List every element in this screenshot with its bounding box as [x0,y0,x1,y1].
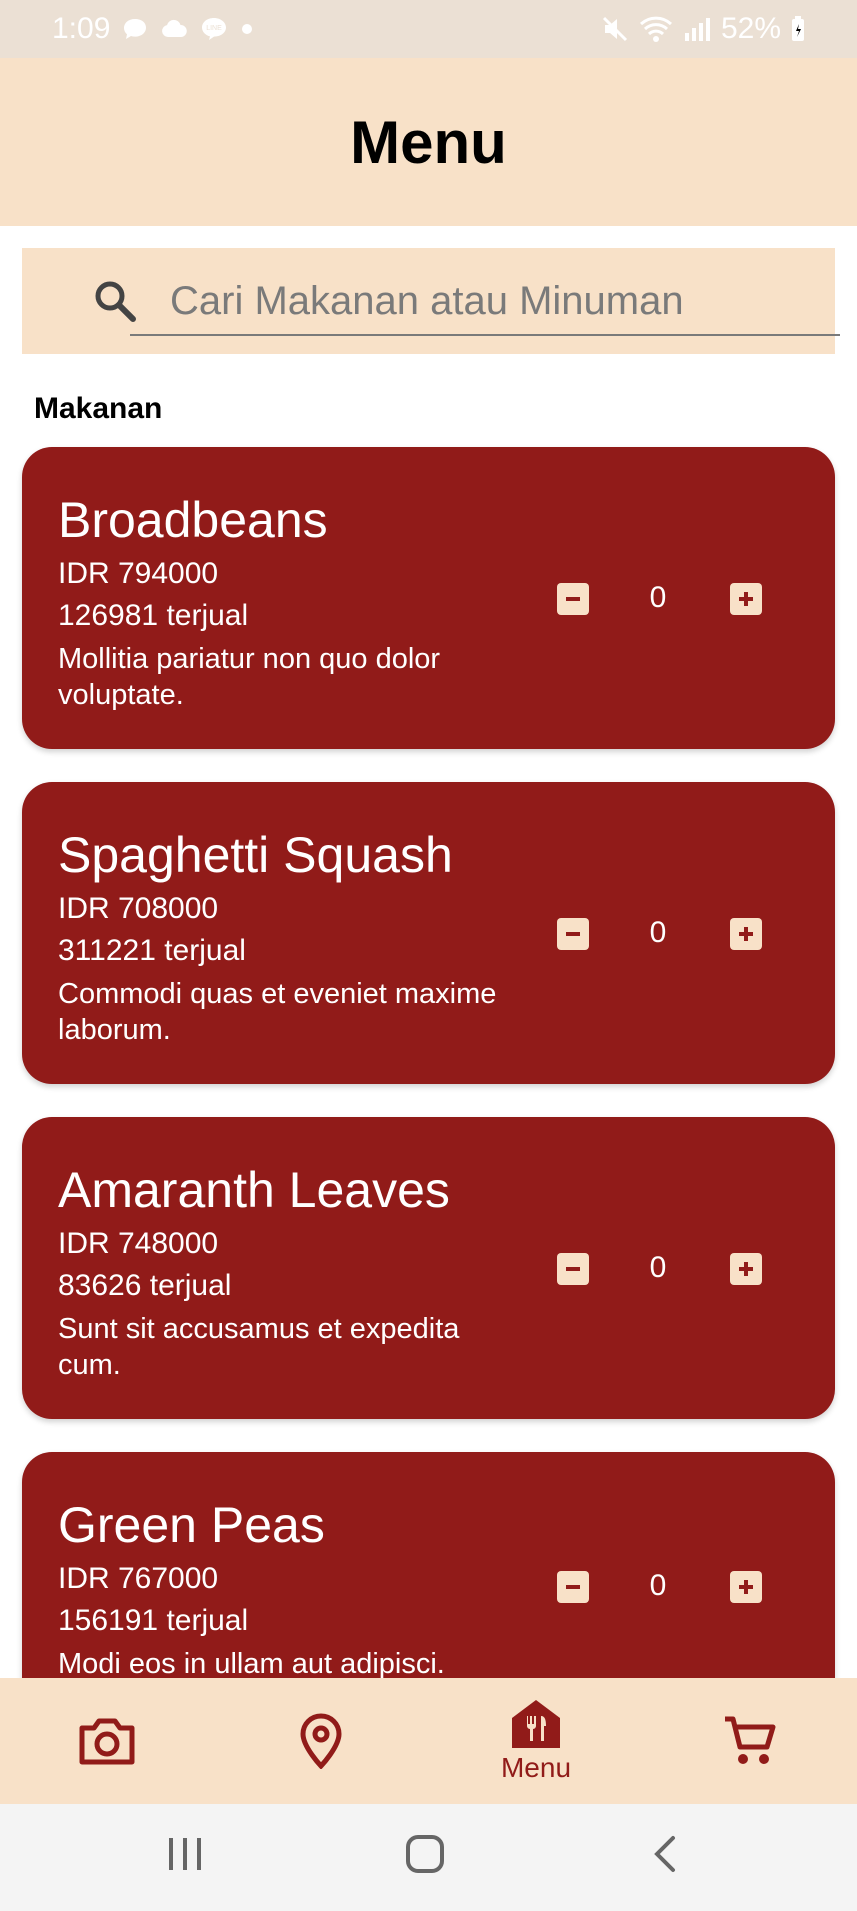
decrease-quantity-button[interactable] [557,583,589,615]
decrease-quantity-button[interactable] [557,918,589,950]
restaurant-menu-icon [512,1700,560,1748]
item-sold-count: 311221 terjual [58,934,246,967]
item-name: Spaghetti Squash [58,827,453,883]
item-sold-count: 156191 terjual [58,1604,249,1637]
item-description: Commodi quas et eveniet maxime laborum. [58,978,497,1046]
location-pin-icon [300,1713,342,1769]
nav-location[interactable] [271,1678,371,1804]
increase-quantity-button[interactable] [730,918,762,950]
increase-quantity-button[interactable] [730,583,762,615]
app-header: Menu [0,58,857,226]
home-button[interactable] [405,1834,445,1879]
cloud-icon [160,19,188,39]
item-sold-count: 83626 terjual [58,1269,232,1302]
system-navigation [0,1804,857,1911]
plus-icon [739,927,753,941]
item-name: Amaranth Leaves [58,1162,450,1218]
minus-icon [566,1267,580,1271]
quantity-value: 0 [649,1569,667,1602]
decrease-quantity-button[interactable] [557,1253,589,1285]
increase-quantity-button[interactable] [730,1253,762,1285]
nav-menu-label: Menu [500,1752,572,1783]
item-description: Modi eos in ullam aut adipisci. [58,1648,445,1680]
plus-icon [739,1262,753,1276]
minus-icon [566,1585,580,1589]
menu-item-card: Spaghetti Squash IDR 708000 311221 terju… [22,782,835,1084]
page-title: Menu [350,108,507,176]
line-icon: LINE [200,16,228,42]
item-price: IDR 767000 [58,1562,219,1595]
recent-apps-icon [169,1838,201,1870]
item-name: Green Peas [58,1497,325,1553]
battery-percent: 52% [720,12,781,45]
search-box [22,248,840,354]
quantity-value: 0 [649,581,667,614]
plus-icon [739,592,753,606]
nav-camera[interactable] [57,1678,157,1804]
item-name: Broadbeans [58,492,328,548]
mute-icon [601,15,629,43]
item-price: IDR 708000 [58,892,219,925]
menu-item-card: Amaranth Leaves IDR 748000 83626 terjual… [22,1117,835,1419]
minus-icon [566,597,580,601]
quantity-value: 0 [649,916,667,949]
item-description: Sunt sit accusamus et expedita cum. [58,1313,460,1381]
search-input[interactable] [130,268,840,336]
plus-icon [739,1580,753,1594]
home-icon [406,1835,444,1873]
increase-quantity-button[interactable] [730,1571,762,1603]
item-price: IDR 794000 [58,557,219,590]
svg-text:LINE: LINE [207,25,223,32]
bottom-navigation: Menu [0,1678,857,1804]
chat-bubble-icon [122,17,148,41]
battery-icon [791,16,805,42]
nav-menu[interactable]: Menu [474,1678,598,1804]
quantity-value: 0 [649,1251,667,1284]
menu-item-card: Broadbeans IDR 794000 126981 terjual Mol… [22,447,835,749]
recent-apps-button[interactable] [165,1834,205,1879]
signal-icon [683,15,711,43]
item-description: Mollitia pariatur non quo dolor voluptat… [58,643,441,711]
cart-icon [725,1716,776,1764]
camera-icon [79,1718,135,1765]
wifi-icon [639,15,673,43]
decrease-quantity-button[interactable] [557,1571,589,1603]
status-bar: 1:09 LINE 52% [0,0,857,58]
item-price: IDR 748000 [58,1227,219,1260]
back-button[interactable] [645,1834,685,1879]
dot-icon [240,22,254,36]
nav-cart[interactable] [700,1678,800,1804]
status-time: 1:09 [52,12,111,45]
minus-icon [566,932,580,936]
section-title: Makanan [34,392,163,425]
back-icon [654,1836,675,1872]
item-sold-count: 126981 terjual [58,599,249,632]
